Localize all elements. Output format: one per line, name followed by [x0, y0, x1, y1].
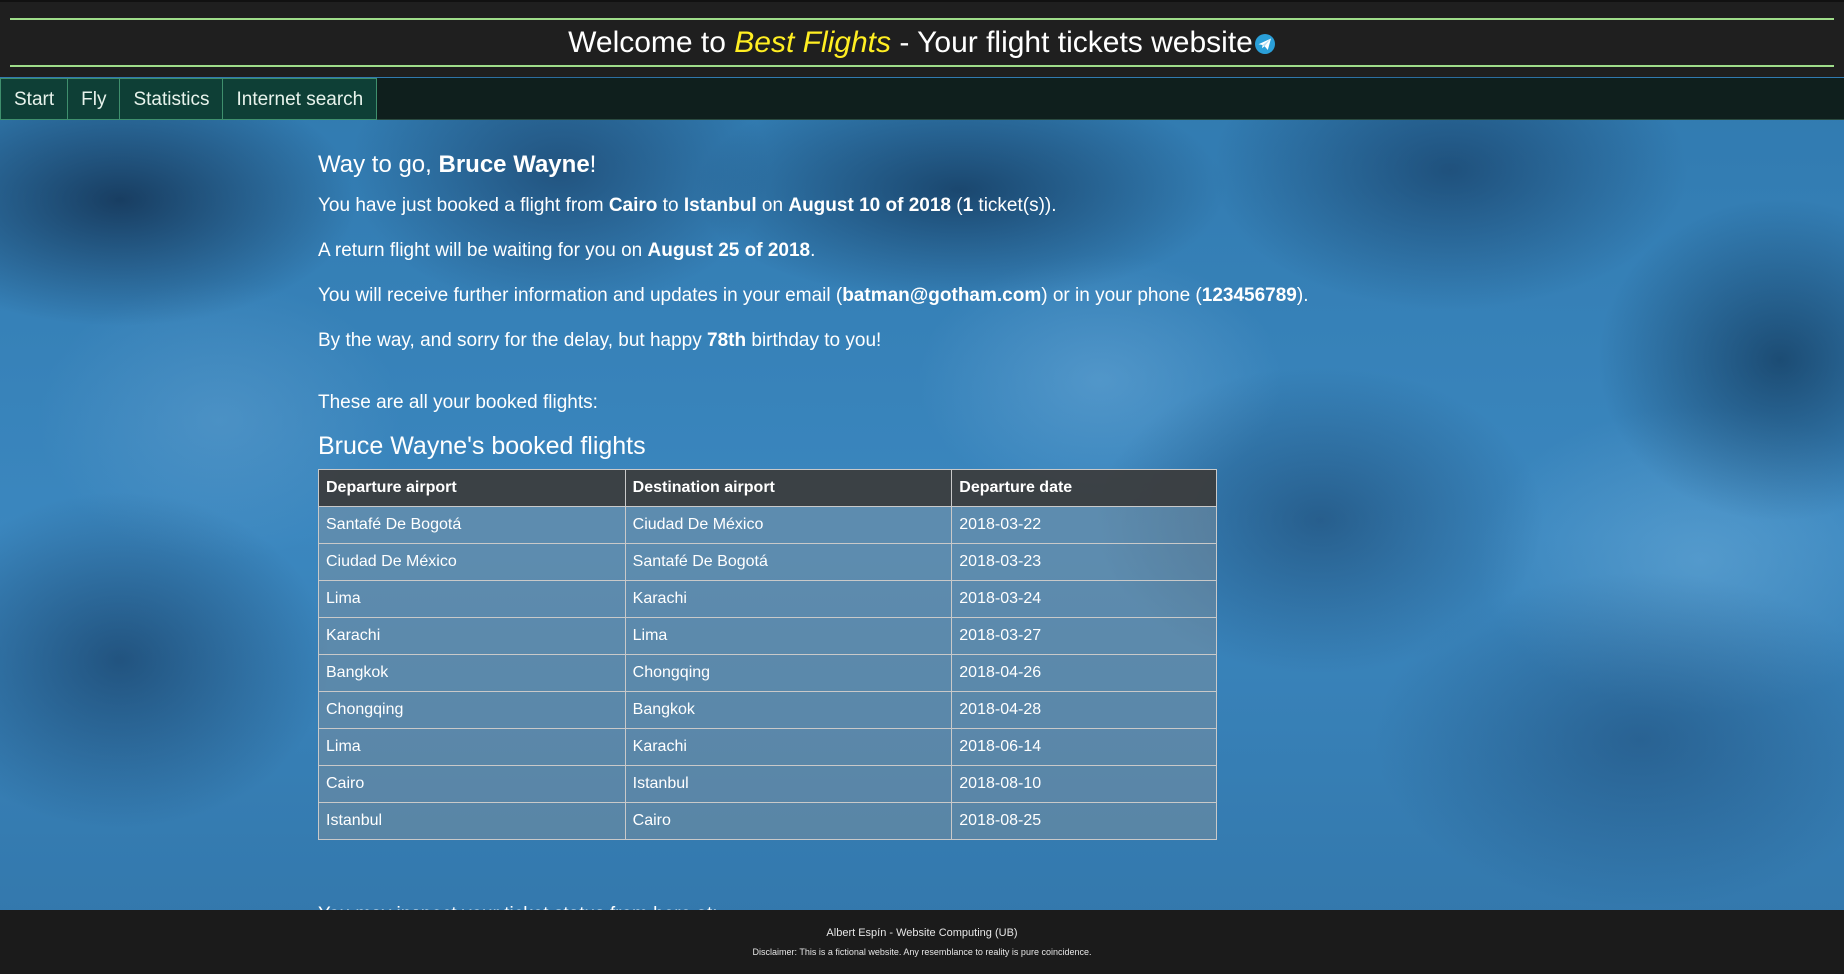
- paper-plane-icon: [1254, 34, 1275, 54]
- date-cell: 2018-08-25: [951, 802, 1217, 840]
- destination-cell: Chongqing: [624, 654, 953, 692]
- contact-text: ).: [1296, 285, 1309, 306]
- booking-text: You have just booked a flight from: [318, 195, 609, 216]
- user-phone: 123456789: [1201, 285, 1297, 306]
- booking-text: to: [657, 195, 684, 216]
- destination-cell: Karachi: [624, 580, 953, 618]
- site-footer: Albert Espín - Website Computing (UB) Di…: [0, 910, 1844, 974]
- title-suffix: - Your flight tickets website: [891, 26, 1253, 59]
- departure-cell: Lima: [318, 580, 626, 618]
- date-cell: 2018-03-24: [951, 580, 1217, 618]
- booking-text: (: [950, 195, 963, 216]
- birthday-message: By the way, and sorry for the delay, but…: [318, 329, 1618, 353]
- column-header-departure: Departure airport: [318, 469, 626, 507]
- departure-cell: Santafé De Bogotá: [318, 506, 626, 544]
- date-cell: 2018-04-28: [951, 691, 1217, 729]
- booking-origin: Cairo: [608, 195, 658, 216]
- contact-info: You will receive further information and…: [318, 284, 1618, 308]
- ticket-count: 1: [962, 195, 974, 216]
- booking-date: August 10 of 2018: [788, 195, 951, 216]
- nav-item-internet-search[interactable]: Internet search: [222, 78, 378, 120]
- date-cell: 2018-04-26: [951, 654, 1217, 692]
- date-cell: 2018-03-27: [951, 617, 1217, 655]
- column-header-date: Departure date: [951, 469, 1217, 507]
- nav-item-statistics[interactable]: Statistics: [119, 78, 224, 120]
- greeting-suffix: !: [589, 151, 597, 178]
- destination-cell: Santafé De Bogotá: [624, 543, 953, 581]
- greeting-prefix: Way to go,: [318, 151, 439, 178]
- birthday-text: birthday to you!: [746, 330, 882, 351]
- table-row: Karachi Lima 2018-03-27: [318, 617, 1217, 655]
- departure-cell: Ciudad De México: [318, 543, 626, 581]
- table-row: Bangkok Chongqing 2018-04-26: [318, 654, 1217, 692]
- booking-text: on: [756, 195, 789, 216]
- table-row: Istanbul Cairo 2018-08-25: [318, 802, 1217, 840]
- departure-cell: Lima: [318, 728, 626, 766]
- booked-flights-title: Bruce Wayne's booked flights: [318, 432, 646, 460]
- main-content: Way to go, Bruce Wayne! You have just bo…: [318, 148, 1618, 840]
- departure-cell: Istanbul: [318, 802, 626, 840]
- destination-cell: Karachi: [624, 728, 953, 766]
- destination-cell: Ciudad De México: [624, 506, 953, 544]
- booking-text: ticket(s)).: [973, 195, 1057, 216]
- birthday-text: By the way, and sorry for the delay, but…: [318, 330, 708, 351]
- table-row: Lima Karachi 2018-03-24: [318, 580, 1217, 618]
- destination-cell: Istanbul: [624, 765, 953, 803]
- date-cell: 2018-08-10: [951, 765, 1217, 803]
- table-row: Santafé De Bogotá Ciudad De México 2018-03…: [318, 506, 1217, 544]
- return-flight-info: A return flight will be waiting for you …: [318, 239, 1618, 263]
- site-title: Welcome to Best Flights - Your flight ti…: [0, 24, 1844, 62]
- booked-flights-intro: These are all your booked flights:: [318, 392, 598, 413]
- main-nav: Start Fly Statistics Internet search: [0, 78, 1844, 120]
- departure-cell: Chongqing: [318, 691, 626, 729]
- nav-item-fly[interactable]: Fly: [67, 78, 121, 120]
- date-cell: 2018-06-14: [951, 728, 1217, 766]
- table-row: Chongqing Bangkok 2018-04-28: [318, 691, 1217, 729]
- greeting: Way to go, Bruce Wayne!: [318, 148, 1618, 182]
- contact-text: ) or in your phone (: [1041, 285, 1202, 306]
- booking-confirmation: You have just booked a flight from Cairo…: [318, 194, 1618, 218]
- table-row: Lima Karachi 2018-06-14: [318, 728, 1217, 766]
- user-name: Bruce Wayne: [438, 151, 590, 178]
- header-bottom-line: [10, 65, 1834, 67]
- user-email: batman@gotham.com: [842, 285, 1042, 306]
- departure-cell: Cairo: [318, 765, 626, 803]
- header-top-line: [10, 18, 1834, 20]
- return-date: August 25 of 2018: [647, 240, 811, 261]
- title-prefix: Welcome to: [568, 26, 735, 59]
- brand-name: Best Flights: [734, 26, 892, 59]
- return-text: A return flight will be waiting for you …: [318, 240, 648, 261]
- date-cell: 2018-03-23: [951, 543, 1217, 581]
- destination-cell: Lima: [624, 617, 953, 655]
- column-header-destination: Destination airport: [624, 469, 953, 507]
- user-age: 78th: [707, 330, 747, 351]
- table-row: Cairo Istanbul 2018-08-10: [318, 765, 1217, 803]
- footer-credit: Albert Espín - Website Computing (UB): [826, 927, 1018, 939]
- departure-cell: Bangkok: [318, 654, 626, 692]
- table-row: Ciudad De México Santafé De Bogotá 2018-03…: [318, 543, 1217, 581]
- destination-cell: Bangkok: [624, 691, 953, 729]
- return-text: .: [810, 240, 816, 261]
- booking-destination: Istanbul: [683, 195, 757, 216]
- contact-text: You will receive further information and…: [318, 285, 843, 306]
- date-cell: 2018-03-22: [951, 506, 1217, 544]
- destination-cell: Cairo: [624, 802, 953, 840]
- departure-cell: Karachi: [318, 617, 626, 655]
- footer-disclaimer: Disclaimer: This is a fictional website.…: [752, 947, 1092, 957]
- booked-flights-table: Departure airport Destination airport De…: [318, 469, 1217, 840]
- nav-item-start[interactable]: Start: [0, 78, 69, 120]
- site-header: Welcome to Best Flights - Your flight ti…: [0, 2, 1844, 77]
- table-header-row: Departure airport Destination airport De…: [318, 469, 1217, 507]
